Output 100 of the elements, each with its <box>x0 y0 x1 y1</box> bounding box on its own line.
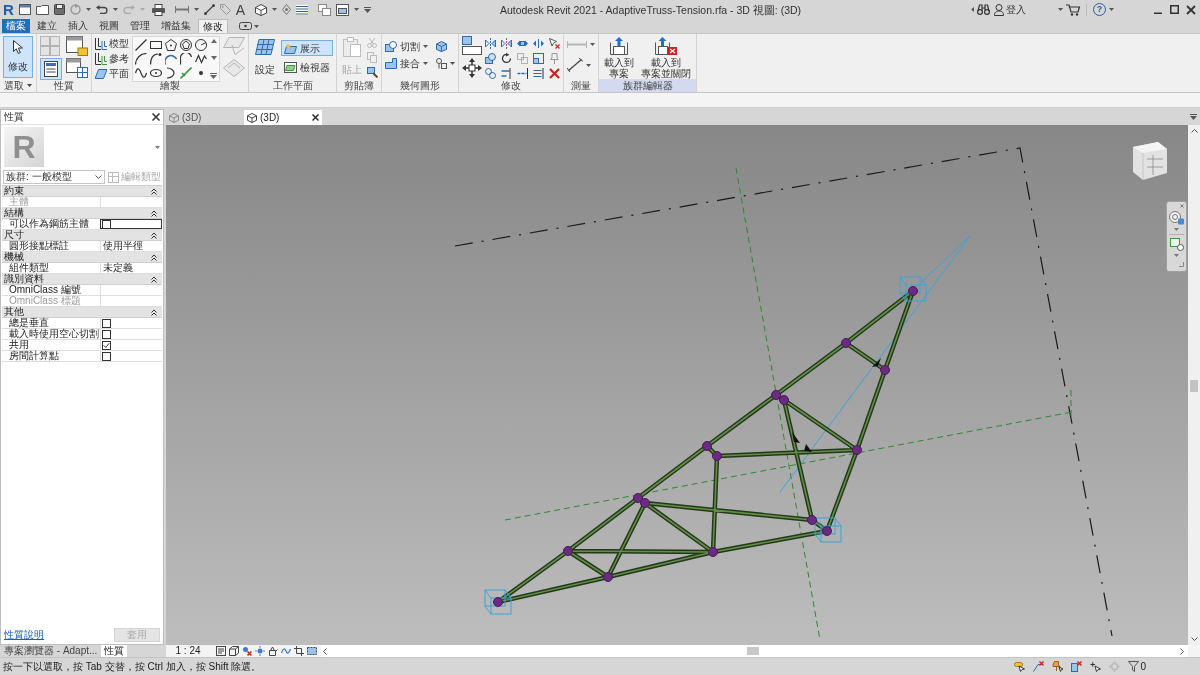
ribbon-button[interactable]: 參考 <box>95 52 129 65</box>
scroll-left-icon[interactable] <box>323 647 327 655</box>
ribbon-button[interactable]: 載入到 專案 <box>602 36 636 79</box>
caret-icon[interactable] <box>193 8 199 11</box>
sign-in-button[interactable]: 登入 <box>1006 3 1026 16</box>
cursor-cross-icon[interactable] <box>549 38 560 49</box>
ribbon-tab[interactable]: 管理 <box>126 19 154 33</box>
scroll-up-icon[interactable] <box>210 39 217 43</box>
dot-cross-icon[interactable] <box>242 646 252 656</box>
scroll-right-icon[interactable] <box>1180 647 1184 655</box>
caret-icon[interactable] <box>1109 8 1114 11</box>
rectangle-icon[interactable] <box>150 39 162 51</box>
line-icon[interactable] <box>135 39 147 51</box>
property-value-field[interactable]: 未定義 <box>100 263 162 273</box>
maximize-icon[interactable] <box>1170 5 1179 14</box>
scrollbar-thumb[interactable] <box>747 647 759 655</box>
ribbon-button[interactable]: 修改 <box>3 36 33 78</box>
text-tool-button[interactable]: A <box>235 1 246 18</box>
view-tab[interactable]: (3D) <box>244 110 322 125</box>
checkbox[interactable] <box>102 340 111 350</box>
stacked-windows-icon[interactable] <box>318 3 332 16</box>
panel-tag-icon[interactable] <box>66 36 88 56</box>
cube-icon[interactable] <box>436 41 447 52</box>
arc-icon[interactable] <box>180 53 192 65</box>
group-header[interactable]: 機械 <box>2 252 162 263</box>
close-icon[interactable] <box>1186 4 1196 15</box>
trim-icon[interactable] <box>501 68 512 79</box>
ribbon-button[interactable]: 接合 <box>385 58 420 69</box>
align-icon[interactable] <box>462 36 482 55</box>
wheel-icon[interactable] <box>1169 211 1184 225</box>
spline-icon[interactable] <box>195 53 207 65</box>
wave-icon[interactable] <box>135 67 147 79</box>
ruler-icon[interactable] <box>174 6 189 13</box>
mirror-icon[interactable] <box>485 38 496 49</box>
ribbon-button[interactable]: 切割 <box>385 41 420 52</box>
cube-icon[interactable] <box>255 3 268 16</box>
crossed-line-icon[interactable] <box>1033 661 1045 672</box>
close-icon[interactable] <box>312 114 319 121</box>
bag-icon[interactable] <box>268 646 278 656</box>
group-header[interactable]: 約束 <box>2 186 162 197</box>
type-selector[interactable]: 族群: 一般模型 <box>3 170 105 184</box>
checkbox[interactable] <box>102 219 111 229</box>
double-arrow-icon[interactable] <box>533 38 544 49</box>
ribbon-tab[interactable]: 插入 <box>64 19 92 33</box>
ribbon-tab[interactable]: 建立 <box>33 19 61 33</box>
caret-icon[interactable] <box>155 146 160 149</box>
lines-icon[interactable] <box>296 4 309 15</box>
property-value-field[interactable] <box>100 219 162 229</box>
panel-tab[interactable]: 專案瀏覽器 - Adapt... <box>1 645 101 657</box>
arc-icon[interactable] <box>165 53 177 65</box>
caret-left-icon[interactable] <box>971 7 974 12</box>
diamond-icon[interactable] <box>282 4 292 15</box>
polygon-icon[interactable] <box>165 39 177 51</box>
application-menu-button[interactable]: R <box>3 1 14 18</box>
caret-icon[interactable] <box>450 62 455 65</box>
rounded-rect-icon[interactable] <box>239 22 252 30</box>
scroll-down-icon[interactable] <box>1190 637 1198 641</box>
form-icon[interactable] <box>40 58 62 80</box>
square-circle-icon[interactable] <box>485 53 496 64</box>
panel-tab[interactable]: 性質 <box>101 645 128 657</box>
ribbon-tab[interactable]: 視圖 <box>95 19 123 33</box>
linked-circles-icon[interactable] <box>485 68 496 79</box>
filter-icon[interactable] <box>1128 661 1140 672</box>
diagonal-line-icon[interactable] <box>203 4 215 15</box>
group-header[interactable]: 結構 <box>2 208 162 219</box>
scroll-down-icon[interactable] <box>210 56 217 60</box>
property-value-field[interactable]: 使用半徑 <box>100 241 162 251</box>
circle-square-icon[interactable] <box>436 58 447 69</box>
panel-menu-button[interactable]: 選取 <box>4 79 32 92</box>
checkbox[interactable] <box>102 351 111 361</box>
view-cube-icon[interactable] <box>1132 141 1168 181</box>
view-tab[interactable]: (3D) <box>166 110 244 125</box>
caret-icon[interactable] <box>254 24 259 28</box>
caret-icon[interactable] <box>112 8 118 11</box>
truss-drawing[interactable] <box>484 276 927 615</box>
checkbox[interactable] <box>102 318 111 328</box>
undo-icon[interactable] <box>95 5 108 14</box>
caret-icon[interactable] <box>272 8 278 11</box>
move-icon[interactable] <box>462 58 482 78</box>
caret-icon[interactable] <box>1058 8 1063 11</box>
frame-icon[interactable] <box>216 646 226 656</box>
ribbon-button[interactable]: 檢視器 <box>281 59 333 75</box>
crop-icon[interactable] <box>294 646 304 656</box>
expand-icon[interactable] <box>210 73 217 79</box>
caret-icon[interactable] <box>1174 254 1179 257</box>
caret-icon[interactable] <box>354 8 360 11</box>
chain-cursor-icon[interactable] <box>1014 661 1026 672</box>
help-link[interactable]: 性質說明 <box>4 629 44 641</box>
ribbon-button[interactable]: 展示 <box>281 40 333 56</box>
ribbon-button[interactable]: 設定 <box>252 36 278 78</box>
sun-icon[interactable] <box>255 646 265 656</box>
ribbon-tab[interactable]: 修改 <box>198 19 228 33</box>
ribbon-button[interactable]: 模型 <box>95 37 129 50</box>
arc-icon[interactable] <box>135 53 147 65</box>
brush-icon[interactable] <box>367 67 378 78</box>
dashed-rectangle-icon[interactable] <box>307 646 317 656</box>
double-arrow-icon[interactable] <box>517 38 528 49</box>
folder-icon[interactable] <box>35 4 49 15</box>
horizontal-scrollbar[interactable] <box>321 645 1188 657</box>
caret-icon[interactable] <box>85 8 91 11</box>
